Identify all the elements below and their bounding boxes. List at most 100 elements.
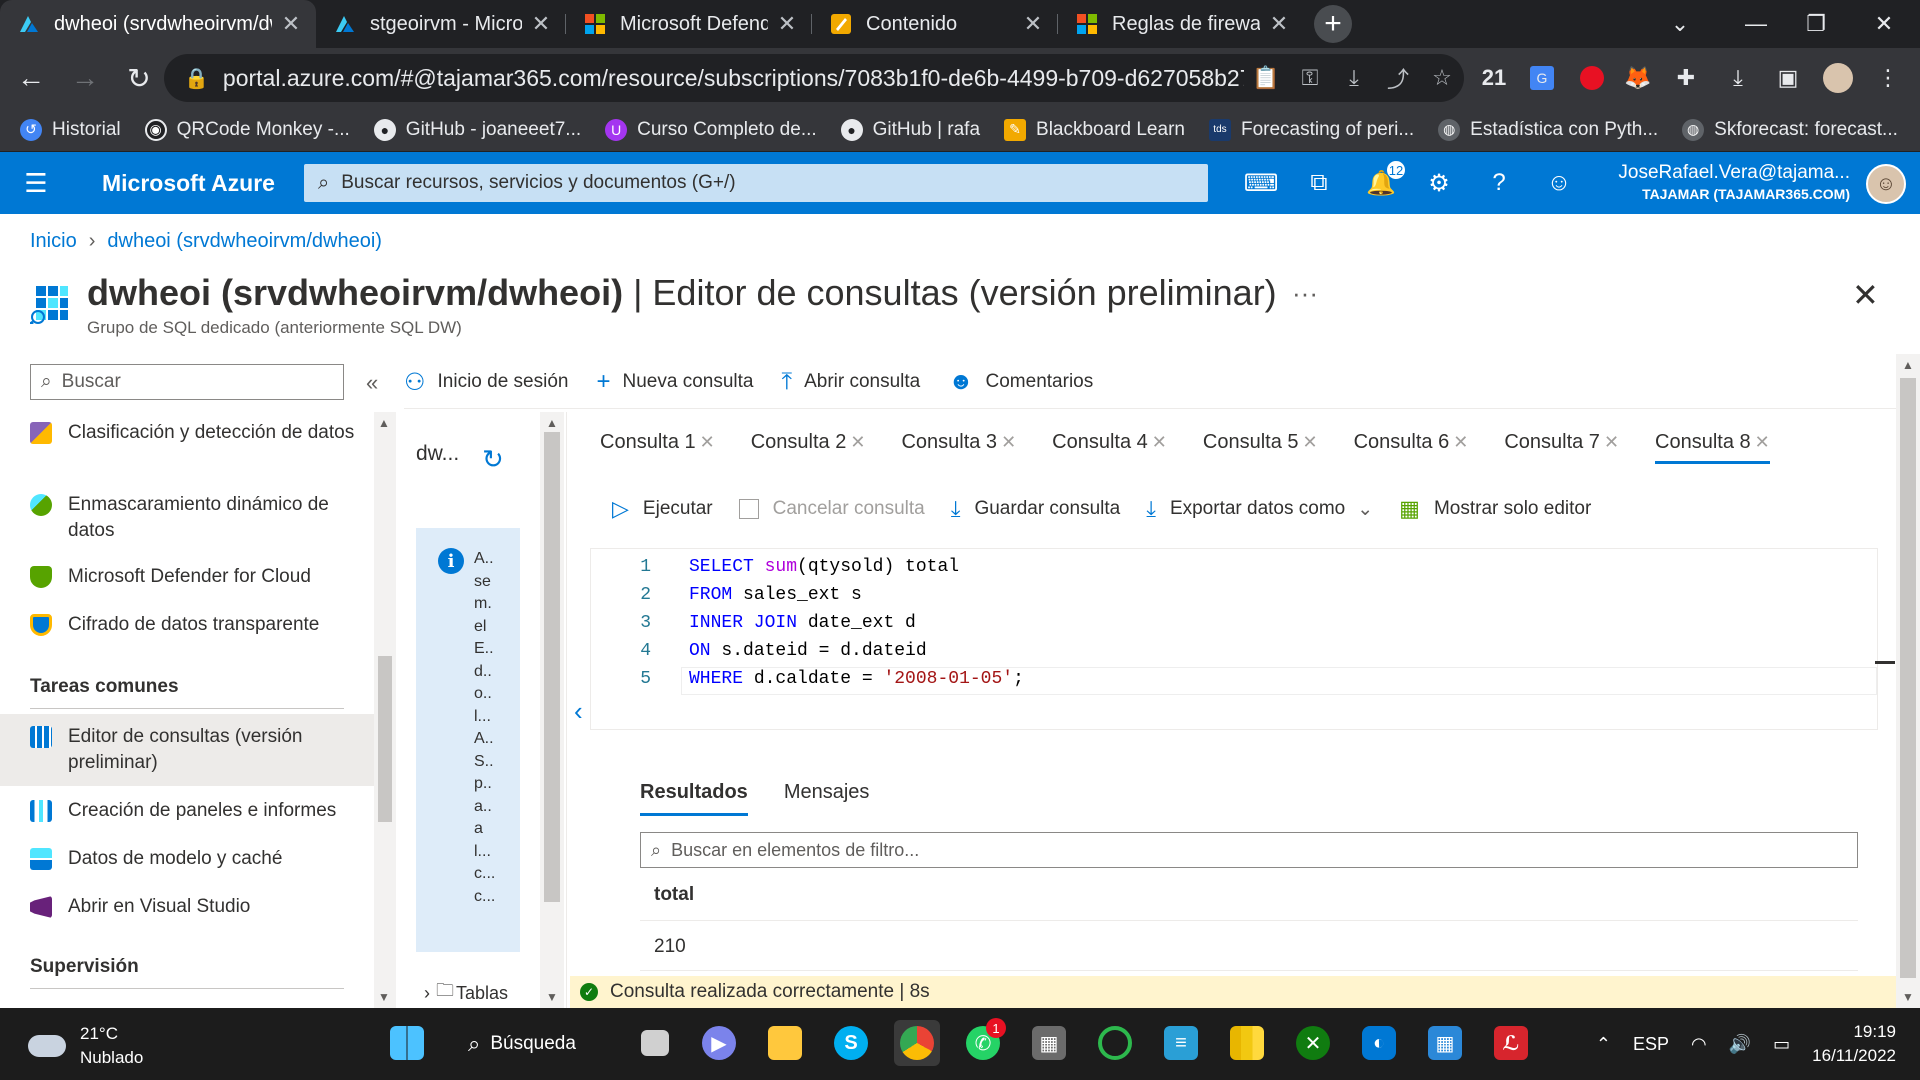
pane-splitter[interactable] <box>566 412 567 1008</box>
close-icon[interactable]: ✕ <box>1755 432 1770 453</box>
results-cell[interactable]: 210 <box>654 936 686 958</box>
close-tab-icon[interactable]: ✕ <box>776 11 798 37</box>
results-column-header[interactable]: total <box>654 884 694 906</box>
chevron-up-icon[interactable]: ⌃ <box>1596 1034 1611 1055</box>
browser-tab-dwheoi[interactable]: dwheoi (srvdwheoirvm/dw ✕ <box>0 0 316 48</box>
directory-filter-icon[interactable]: ⧉ <box>1302 166 1336 200</box>
browser-tab-firewall[interactable]: Reglas de firewall de IP - ✕ <box>1058 0 1304 48</box>
cloud-shell-icon[interactable]: ⌨ <box>1244 166 1279 200</box>
tab-mensajes[interactable]: Mensajes <box>784 772 870 812</box>
chrome-button[interactable] <box>894 1020 940 1066</box>
tab-consulta-2[interactable]: Consulta 2 ✕ <box>751 420 866 464</box>
close-icon[interactable]: ✕ <box>1303 432 1318 453</box>
feedback-button[interactable]: ☻ Comentarios <box>948 368 1093 396</box>
install-icon[interactable]: ⤓ <box>1332 65 1376 91</box>
tab-consulta-1[interactable]: Consulta 1 ✕ <box>600 420 715 464</box>
minimize-icon[interactable]: — <box>1728 0 1784 48</box>
notifications-bell-icon[interactable]: 🔔 12 <box>1364 160 1406 200</box>
menu-scrollbar[interactable]: ▲ ▼ <box>374 412 396 1008</box>
breadcrumb-home[interactable]: Inicio <box>30 230 77 253</box>
run-button[interactable]: ▷ Ejecutar <box>612 496 713 522</box>
close-icon[interactable]: ✕ <box>1604 432 1619 453</box>
forward-icon[interactable]: → <box>62 55 108 101</box>
clock[interactable]: 19:19 16/11/2022 <box>1812 1020 1896 1068</box>
editor-only-button[interactable]: ▦ Mostrar solo editor <box>1399 496 1591 522</box>
help-icon[interactable]: ? <box>1482 166 1516 200</box>
bookmark-qrcode[interactable]: ◉ QRCode Monkey -... <box>144 118 350 141</box>
bookmark-estadistica[interactable]: ◍ Estadística con Pyth... <box>1438 118 1658 141</box>
sql-editor[interactable]: 1 SELECT sum(qtysold) total 2 FROM sales… <box>590 548 1895 730</box>
address-bar[interactable]: 🔒 portal.azure.com/#@tajamar365.com/reso… <box>164 54 1464 102</box>
collapse-menu-icon[interactable]: « <box>366 370 378 396</box>
file-explorer-button[interactable] <box>762 1020 808 1066</box>
acrobat-button[interactable]: ℒ <box>1488 1020 1534 1066</box>
calendar-button[interactable]: ▦ <box>1422 1020 1468 1066</box>
bookmark-github-joan[interactable]: ● GitHub - joaneeet7... <box>373 118 581 141</box>
code-line[interactable]: SELECT sum(qtysold) total <box>689 553 959 581</box>
code-line[interactable]: WHERE d.caldate = '2008-01-05'; <box>689 665 1024 693</box>
adblock-icon[interactable] <box>1574 60 1610 96</box>
bookmark-star-icon[interactable]: ☆ <box>1420 65 1464 91</box>
tab-search-icon[interactable]: ⌄ <box>1652 0 1708 48</box>
battery-icon[interactable]: ▭ <box>1773 1034 1790 1055</box>
bookmark-skforecast[interactable]: ◍ Skforecast: forecast... <box>1682 118 1898 141</box>
login-button[interactable]: ⚇ Inicio de sesión <box>404 368 568 397</box>
clipboard-icon[interactable]: 📋 <box>1244 65 1288 91</box>
scroll-down-icon[interactable]: ▼ <box>1902 990 1914 1004</box>
menu-item-classification[interactable]: Clasificación y detección de datos <box>0 420 374 446</box>
tab-consulta-6[interactable]: Consulta 6 ✕ <box>1354 420 1469 464</box>
close-icon[interactable]: ✕ <box>1453 432 1468 453</box>
open-query-button[interactable]: ⤒ Abrir consulta <box>781 368 920 396</box>
scrollbar-thumb[interactable] <box>544 432 560 902</box>
calculator-button[interactable]: ▦ <box>1026 1020 1072 1066</box>
bookmark-historial[interactable]: ↺ Historial <box>20 118 121 141</box>
close-window-icon[interactable]: ✕ <box>1856 0 1912 48</box>
save-query-button[interactable]: ⤓ Guardar consulta <box>951 496 1120 522</box>
cancel-query-button[interactable]: Cancelar consulta <box>738 498 925 520</box>
azure-brand[interactable]: Microsoft Azure <box>102 170 304 197</box>
global-search-input[interactable]: ⌕ Buscar recursos, servicios y documento… <box>304 164 1208 202</box>
avatar[interactable]: ☺ <box>1866 164 1906 204</box>
main-scrollbar[interactable]: ▲ ▼ <box>1896 354 1920 1008</box>
close-tab-icon[interactable]: ✕ <box>1022 11 1044 37</box>
feedback-icon[interactable]: ☺ <box>1542 166 1576 200</box>
breadcrumb-resource[interactable]: dwheoi (srvdwheoirvm/dwheoi) <box>107 230 382 253</box>
menu-item-visual-studio[interactable]: Abrir en Visual Studio <box>0 894 374 920</box>
hamburger-menu-icon[interactable]: ☰ <box>0 168 72 199</box>
close-icon[interactable]: ✕ <box>1152 432 1167 453</box>
code-line[interactable]: FROM sales_ext s <box>689 581 862 609</box>
scroll-up-icon[interactable]: ▲ <box>546 416 558 430</box>
scroll-down-icon[interactable]: ▼ <box>546 990 558 1004</box>
menu-item-dashboards[interactable]: Creación de paneles e informes <box>0 798 374 824</box>
code-line[interactable]: INNER JOIN date_ext d <box>689 609 916 637</box>
scrollbar-thumb[interactable] <box>378 656 392 822</box>
tab-consulta-7[interactable]: Consulta 7 ✕ <box>1504 420 1619 464</box>
extension-counter[interactable]: 21 <box>1476 60 1512 96</box>
close-tab-icon[interactable]: ✕ <box>280 11 302 37</box>
refresh-app-button[interactable] <box>1092 1020 1138 1066</box>
new-tab-button[interactable]: + <box>1314 5 1352 43</box>
refresh-icon[interactable]: ↻ <box>482 444 504 475</box>
key-icon[interactable]: ⚿ <box>1288 65 1332 91</box>
whatsapp-button[interactable]: ✆ 1 <box>960 1018 1006 1066</box>
close-icon[interactable]: ✕ <box>850 432 865 453</box>
menu-search-input[interactable]: ⌕ Buscar <box>30 364 344 400</box>
close-tab-icon[interactable]: ✕ <box>530 11 552 37</box>
menu-item-masking[interactable]: Enmascaramiento dinámico de datos <box>0 492 374 544</box>
sidepanel-icon[interactable]: ▣ <box>1770 60 1806 96</box>
restore-icon[interactable]: ❐ <box>1788 0 1844 48</box>
download-icon[interactable]: ⤓ <box>1720 60 1756 96</box>
scrollbar-thumb[interactable] <box>1900 378 1916 978</box>
weather-widget[interactable]: 21°C Nublado <box>28 1022 143 1070</box>
tab-consulta-8[interactable]: Consulta 8 ✕ <box>1655 420 1770 464</box>
bookmark-udemy[interactable]: U Curso Completo de... <box>605 118 817 141</box>
account-info[interactable]: JoseRafael.Vera@tajama... TAJAMAR (TAJAM… <box>1618 162 1850 202</box>
start-button[interactable] <box>384 1020 430 1066</box>
browser-tab-contenido[interactable]: Contenido ✕ <box>812 0 1058 48</box>
menu-item-encryption[interactable]: Cifrado de datos transparente <box>0 612 374 638</box>
remote-app-button[interactable]: ◐ <box>1356 1020 1402 1066</box>
scroll-up-icon[interactable]: ▲ <box>378 416 390 430</box>
new-query-button[interactable]: + Nueva consulta <box>596 368 753 396</box>
chevron-left-icon[interactable]: ‹ <box>574 696 583 727</box>
browser-tab-defender[interactable]: Microsoft Defender for SQ ✕ <box>566 0 812 48</box>
